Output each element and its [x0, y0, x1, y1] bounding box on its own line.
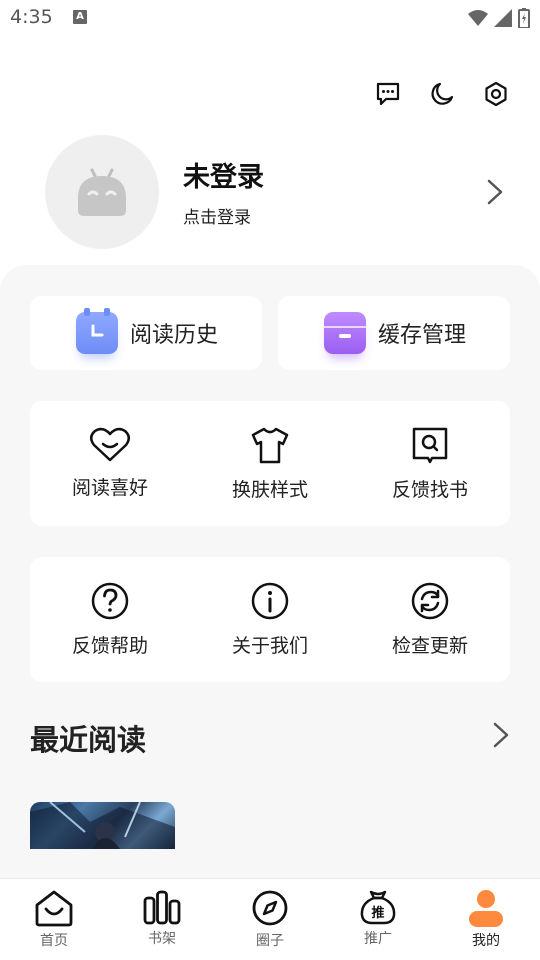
heart-icon	[90, 427, 130, 462]
chevron-right-icon[interactable]	[492, 720, 510, 750]
check-update-button[interactable]: 检查更新	[350, 557, 510, 682]
bottom-tab-bar: 首页 书架 圈子 推 推广 我的	[0, 878, 540, 960]
tab-mine-label: 我的	[472, 933, 500, 949]
refresh-icon	[411, 582, 449, 620]
menu-panel: 阅读历史 缓存管理 阅读喜好 换肤样式 反馈找书 反馈帮助 关于我们 检查更新 …	[0, 265, 540, 885]
about-us-label: 关于我们	[231, 635, 308, 657]
tab-bookshelf-label: 书架	[148, 931, 176, 947]
status-indicators	[468, 8, 530, 28]
tab-mine[interactable]: 我的	[432, 879, 540, 960]
reading-preference-label: 阅读喜好	[71, 477, 148, 499]
reading-history-label: 阅读历史	[130, 323, 219, 348]
settings-icon[interactable]	[482, 80, 510, 108]
tab-circle[interactable]: 圈子	[216, 879, 324, 960]
avatar[interactable]	[45, 135, 159, 249]
feedback-find-book-button[interactable]: 反馈找书	[350, 401, 510, 526]
skin-style-button[interactable]: 换肤样式	[190, 401, 350, 526]
login-prompt[interactable]: 点击登录	[183, 203, 251, 228]
recent-book-cover[interactable]	[30, 802, 175, 849]
recent-reading-title: 最近阅读	[30, 723, 147, 757]
header-actions	[374, 80, 510, 108]
profile-name: 未登录	[183, 162, 264, 193]
book-cover-art	[30, 802, 175, 849]
help-icon	[91, 582, 129, 620]
about-us-button[interactable]: 关于我们	[190, 557, 350, 682]
bookshelf-icon	[143, 890, 181, 925]
book-search-icon	[412, 427, 448, 464]
profile-card[interactable]: 未登录 点击登录	[45, 135, 505, 250]
support-grid: 反馈帮助 关于我们 检查更新	[30, 557, 510, 682]
clock-icon	[76, 308, 118, 354]
promo-bag-icon: 推	[358, 889, 398, 925]
feedback-help-label: 反馈帮助	[71, 635, 148, 657]
tab-bookshelf[interactable]: 书架	[108, 879, 216, 960]
status-time: 4:35	[10, 6, 53, 28]
signal-icon	[494, 9, 512, 27]
skin-style-label: 换肤样式	[231, 479, 308, 501]
shirt-icon	[251, 427, 289, 464]
moon-icon[interactable]	[428, 80, 456, 108]
cache-management-label: 缓存管理	[378, 323, 467, 348]
cache-icon	[324, 312, 366, 354]
wifi-icon	[468, 10, 488, 26]
info-icon	[251, 582, 289, 620]
chevron-right-icon[interactable]	[485, 177, 505, 207]
home-icon	[35, 890, 73, 927]
promo-glyph: 推	[371, 906, 385, 921]
check-update-label: 检查更新	[391, 635, 468, 657]
tab-home[interactable]: 首页	[0, 879, 108, 960]
preferences-grid: 阅读喜好 换肤样式 反馈找书	[30, 401, 510, 526]
tab-promotion-label: 推广	[364, 931, 392, 947]
reading-history-button[interactable]: 阅读历史	[30, 296, 262, 370]
cache-management-button[interactable]: 缓存管理	[278, 296, 510, 370]
robot-avatar-icon	[78, 168, 126, 216]
status-bar: 4:35 A	[0, 0, 540, 36]
battery-icon	[518, 8, 530, 28]
message-icon[interactable]	[374, 80, 402, 108]
tab-promotion[interactable]: 推 推广	[324, 879, 432, 960]
tab-home-label: 首页	[40, 933, 68, 949]
feedback-find-book-label: 反馈找书	[391, 479, 468, 501]
tab-circle-label: 圈子	[256, 933, 284, 949]
user-icon	[469, 890, 503, 927]
feedback-help-button[interactable]: 反馈帮助	[30, 557, 190, 682]
reading-preference-button[interactable]: 阅读喜好	[30, 401, 190, 526]
notification-a-icon: A	[73, 10, 87, 24]
compass-icon	[252, 890, 288, 926]
